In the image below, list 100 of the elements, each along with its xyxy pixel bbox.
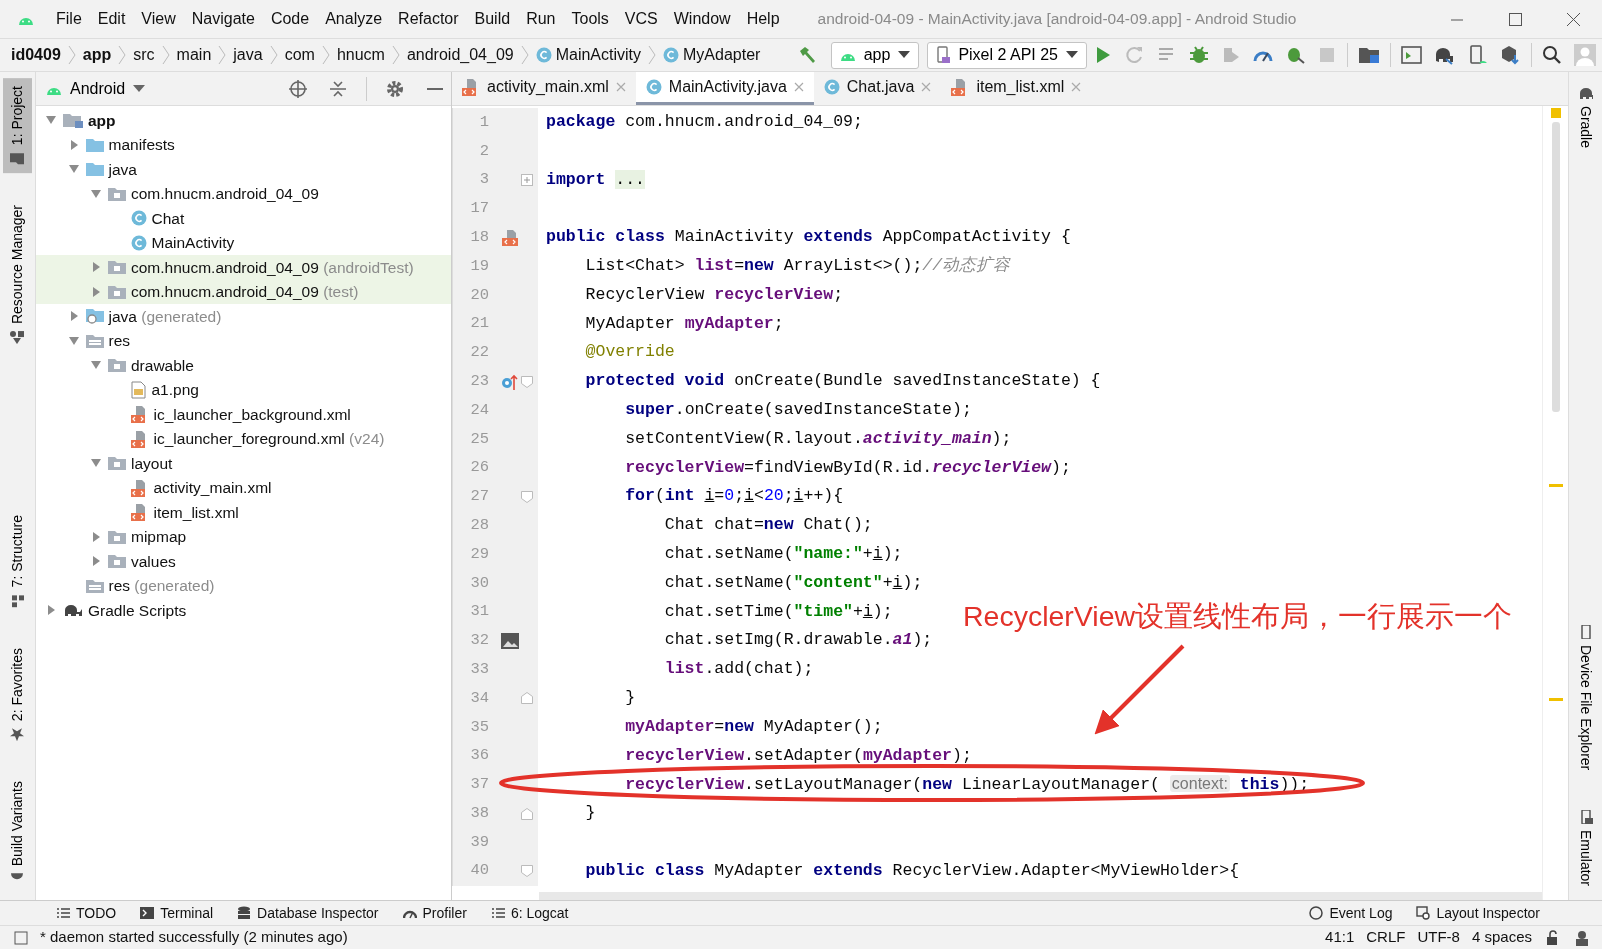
tool-window-tab[interactable]: 2: Favorites (3, 639, 32, 749)
lock-icon[interactable] (1546, 929, 1560, 946)
tool-window-button[interactable]: Layout Inspector (1404, 902, 1552, 924)
breadcrumb-item[interactable]: id0409 (8, 43, 64, 67)
menu-item[interactable]: Help (738, 7, 788, 31)
tree-item[interactable]: ic_launcher_background.xml (36, 402, 451, 427)
view-dropdown[interactable]: Android (46, 76, 146, 101)
layout-file-icon[interactable] (501, 228, 519, 247)
tree-item[interactable]: layout (36, 451, 451, 476)
menu-item[interactable]: Window (665, 7, 739, 31)
tool-window-button[interactable]: Profiler (390, 902, 479, 924)
breadcrumb-item[interactable]: com (281, 43, 318, 67)
tool-window-tab[interactable]: Device File Explorer (1571, 616, 1600, 778)
tree-item[interactable]: res (36, 328, 451, 353)
device-dropdown[interactable]: Pixel 2 API 25 (927, 41, 1087, 69)
tree-item[interactable]: mipmap (36, 524, 451, 549)
tree-item[interactable]: values (36, 549, 451, 574)
tool-window-button[interactable]: Terminal (128, 902, 226, 924)
override-icon[interactable] (501, 372, 519, 391)
warning-marker[interactable] (1549, 484, 1563, 487)
tree-item[interactable]: res (generated) (36, 573, 451, 598)
fold-icon[interactable] (520, 489, 534, 504)
menu-item[interactable]: Navigate (183, 7, 263, 31)
tool-window-tab[interactable]: 7: Structure (3, 507, 32, 616)
image-icon[interactable] (501, 631, 519, 650)
menu-item[interactable]: Run (518, 7, 564, 31)
tool-window-button[interactable]: TODO (44, 902, 129, 924)
warning-marker[interactable] (1551, 108, 1561, 118)
tree-item[interactable]: com.hnucm.android_04_09 (androidTest) (36, 255, 451, 280)
editor-tab[interactable]: activity_main.xml (452, 72, 636, 105)
tree-item[interactable]: MainActivity (36, 230, 451, 255)
horizontal-scrollbar[interactable] (539, 892, 1542, 900)
status-item[interactable]: UTF-8 (1411, 926, 1466, 949)
tool-window-tab[interactable]: Emulator (1571, 801, 1600, 894)
tree-item[interactable]: activity_main.xml (36, 475, 451, 500)
tree-item[interactable]: java (36, 157, 451, 182)
tree-item[interactable]: app (36, 108, 451, 133)
elephant-icon[interactable] (1434, 45, 1455, 65)
phone-icon[interactable] (1467, 45, 1488, 65)
settings-icon[interactable] (385, 78, 405, 99)
tool-window-tab[interactable]: Build Variants (3, 772, 32, 894)
menu-item[interactable]: Build (466, 7, 519, 31)
run-config-dropdown[interactable]: app (830, 41, 920, 69)
tree-item[interactable]: manifests (36, 132, 451, 157)
crosshair-icon[interactable] (288, 78, 308, 99)
breadcrumb-item[interactable]: android_04_09 (403, 43, 517, 67)
breadcrumb-item[interactable]: src (130, 43, 158, 67)
inspector-icon[interactable] (1574, 929, 1590, 946)
breadcrumb-item[interactable]: MyAdapter (660, 43, 764, 67)
folder-icon[interactable] (1358, 45, 1380, 65)
tree-item[interactable]: java (generated) (36, 304, 451, 329)
tool-window-button[interactable]: 6: Logcat (478, 902, 581, 924)
menu-item[interactable]: Code (262, 7, 318, 31)
tree-item[interactable]: com.hnucm.android_04_09 (test) (36, 279, 451, 304)
menu-item[interactable]: Refactor (390, 7, 467, 31)
warning-marker[interactable] (1549, 698, 1563, 701)
tree-item[interactable]: Gradle Scripts (36, 598, 451, 623)
breadcrumb-item[interactable]: hnucm (333, 43, 388, 67)
menu-item[interactable]: Tools (563, 7, 617, 31)
tool-window-button[interactable]: Database Inspector (225, 902, 391, 924)
checkbox-icon[interactable] (14, 930, 28, 945)
status-item[interactable]: 4 spaces (1465, 926, 1538, 949)
window-icon[interactable] (1401, 45, 1422, 65)
menu-item[interactable]: File (48, 7, 90, 31)
editor-tab[interactable]: item_list.xml (941, 72, 1092, 105)
expanded-arrow-icon[interactable] (89, 187, 103, 200)
menu-item[interactable]: Edit (89, 7, 134, 31)
expanded-arrow-icon[interactable] (66, 334, 81, 347)
editor-tab[interactable]: MainActivity.java (635, 72, 814, 105)
breadcrumb-item[interactable]: app (79, 43, 115, 67)
breadcrumb-item[interactable]: java (230, 43, 266, 67)
chevron-icon (218, 45, 227, 65)
fold-icon[interactable] (520, 864, 534, 879)
tree-item[interactable]: item_list.xml (36, 500, 451, 525)
breadcrumb-item[interactable]: main (173, 43, 215, 67)
tree-item[interactable]: a1.png (36, 377, 451, 402)
search-icon[interactable] (1542, 45, 1562, 65)
status-item[interactable]: CRLF (1360, 926, 1412, 949)
fold-icon[interactable] (520, 806, 534, 821)
scrollbar-thumb[interactable] (1552, 122, 1560, 412)
menu-item[interactable]: Analyze (317, 7, 391, 31)
tree-item[interactable]: drawable (36, 353, 451, 378)
tool-window-tab[interactable]: Resource Manager (3, 197, 32, 353)
tool-window-tab[interactable]: Gradle (1571, 78, 1600, 157)
menu-item[interactable]: VCS (616, 7, 666, 31)
fold-icon[interactable] (520, 374, 534, 389)
package-icon[interactable] (1500, 45, 1521, 65)
menu-item[interactable]: View (133, 7, 184, 31)
collapse-icon[interactable] (328, 78, 348, 99)
status-item[interactable]: 41:1 (1319, 926, 1361, 949)
tree-item[interactable]: Chat (36, 206, 451, 231)
breadcrumb-item[interactable]: MainActivity (532, 43, 645, 67)
editor-tab[interactable]: Chat.java (813, 72, 942, 105)
tree-item[interactable]: com.hnucm.android_04_09 (36, 181, 451, 206)
fold-expand-icon[interactable] (520, 173, 534, 187)
tree-item[interactable]: ic_launcher_foreground.xml (v24) (36, 426, 451, 451)
fold-icon[interactable] (520, 691, 534, 706)
tool-window-tab[interactable]: 1: Project (3, 78, 32, 174)
rerun-icon[interactable] (1125, 45, 1145, 65)
tool-window-button[interactable]: Event Log (1297, 902, 1405, 924)
